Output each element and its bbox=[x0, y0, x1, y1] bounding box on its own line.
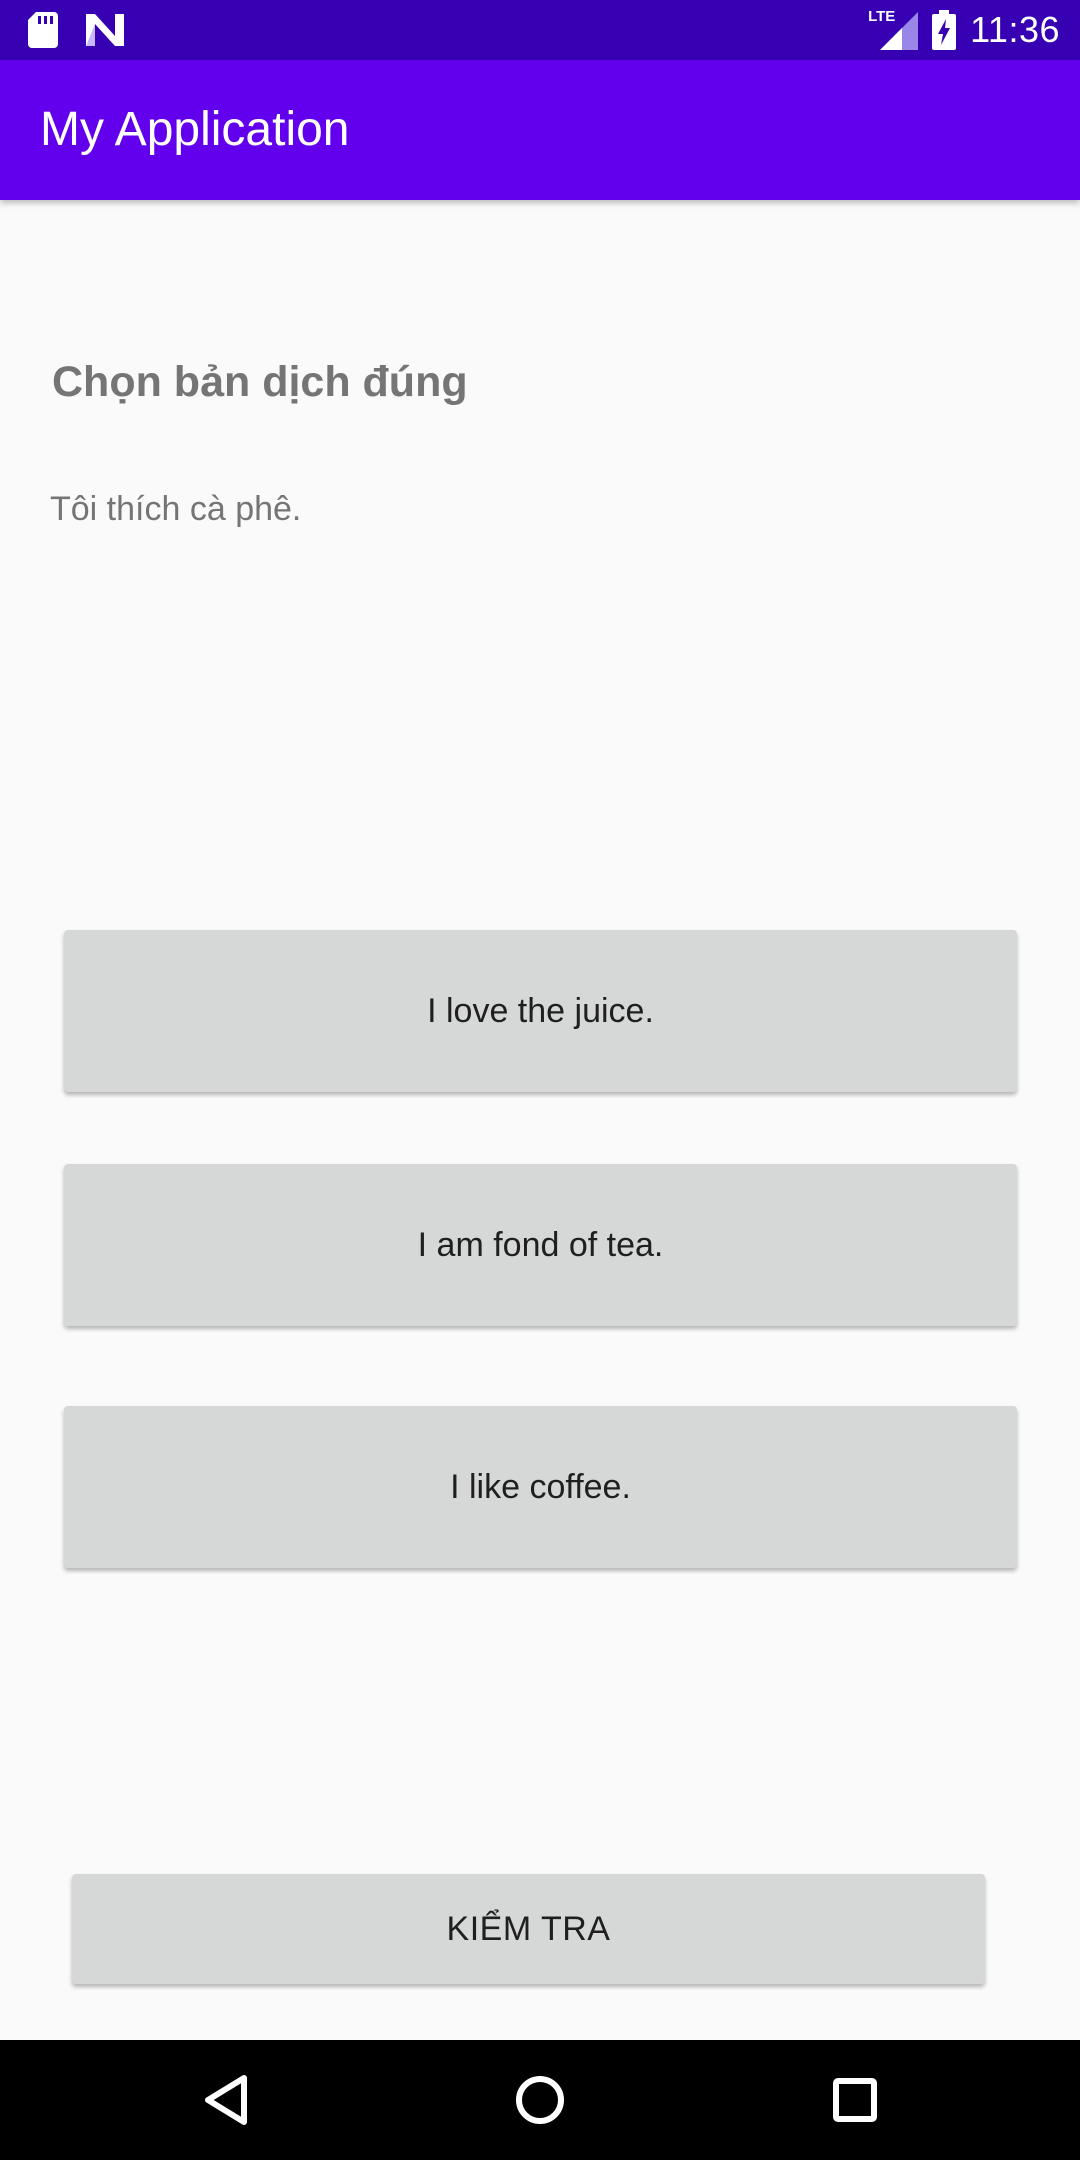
status-left-icons bbox=[28, 12, 124, 48]
battery-charging-icon bbox=[932, 10, 957, 50]
lte-label: LTE bbox=[868, 8, 896, 25]
n-logo-icon bbox=[86, 14, 124, 46]
home-icon[interactable] bbox=[510, 2070, 570, 2130]
status-right-icons: LTE 11:36 bbox=[868, 6, 1060, 54]
check-button[interactable]: KIỂM TRA bbox=[72, 1874, 985, 1984]
lte-signal-icon: LTE bbox=[868, 8, 919, 50]
recents-icon[interactable] bbox=[825, 2070, 885, 2130]
app-bar: My Application bbox=[0, 60, 1080, 200]
status-bar: LTE 11:36 bbox=[0, 0, 1080, 60]
navigation-bar bbox=[0, 2040, 1080, 2160]
sd-card-icon bbox=[28, 12, 58, 48]
status-time: 11:36 bbox=[970, 9, 1060, 50]
question-heading: Chọn bản dịch đúng bbox=[52, 358, 468, 406]
answer-option-3[interactable]: I like coffee. bbox=[64, 1406, 1017, 1568]
answer-option-1[interactable]: I love the juice. bbox=[64, 930, 1017, 1092]
app-title: My Application bbox=[40, 103, 350, 156]
question-sentence: Tôi thích cà phê. bbox=[50, 490, 302, 528]
answer-option-2[interactable]: I am fond of tea. bbox=[64, 1164, 1017, 1326]
back-icon[interactable] bbox=[196, 2070, 256, 2130]
